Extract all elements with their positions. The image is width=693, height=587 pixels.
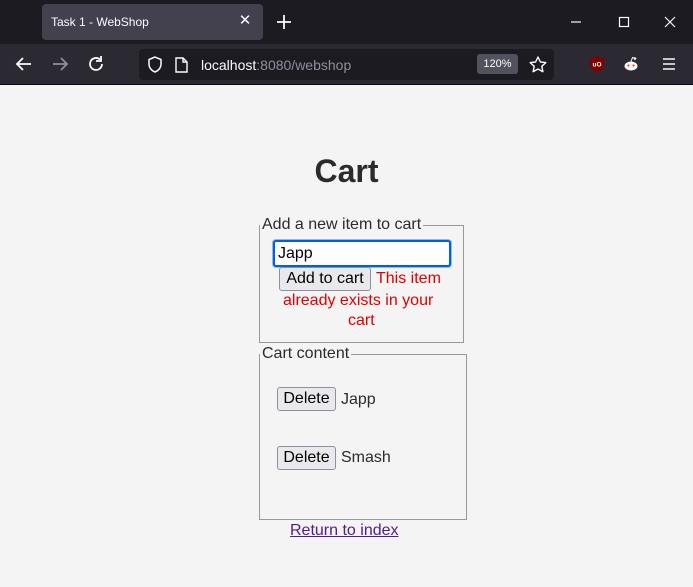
page-title: Cart (314, 153, 379, 189)
page-icon (175, 57, 188, 73)
new-tab-icon[interactable] (272, 10, 296, 34)
cart-item-name: Japp (341, 391, 376, 408)
url-host: localhost (201, 57, 257, 73)
zoom-level-badge[interactable]: 120% (477, 54, 518, 74)
error-message-line-2: already exists in your (283, 292, 434, 309)
browser-tab[interactable]: Task 1 - WebShop ✕ (42, 4, 263, 40)
cart-content-fieldset: Cart content (259, 345, 467, 520)
add-to-cart-button[interactable]: Add to cart (279, 267, 371, 291)
shield-icon[interactable] (147, 56, 163, 73)
delete-item-button[interactable]: Delete (277, 387, 336, 411)
menu-icon[interactable] (657, 52, 681, 76)
reload-icon[interactable] (84, 52, 108, 76)
tab-bar: Task 1 - WebShop ✕ (0, 0, 693, 44)
add-item-legend: Add a new item to cart (262, 216, 422, 233)
reddit-extension-icon[interactable] (622, 55, 640, 73)
url-text: localhost:8080/webshop (201, 57, 351, 73)
minimize-icon[interactable] (564, 10, 588, 34)
cart-item-name: Smash (341, 449, 391, 466)
delete-item-button[interactable]: Delete (277, 446, 336, 470)
close-tab-icon[interactable]: ✕ (235, 11, 255, 31)
address-bar[interactable]: localhost:8080/webshop 120% (139, 49, 554, 80)
url-path: :8080/webshop (256, 57, 352, 73)
back-icon[interactable] (12, 52, 36, 76)
error-message-line-1: This item (376, 270, 441, 287)
cart-content-legend: Cart content (262, 345, 350, 362)
bookmark-star-icon[interactable] (528, 55, 548, 75)
svg-text:uO: uO (592, 62, 601, 69)
maximize-icon[interactable] (612, 10, 636, 34)
tab-title: Task 1 - WebShop (51, 15, 149, 29)
return-to-index-link[interactable]: Return to index (290, 522, 399, 540)
nav-bar: localhost:8080/webshop 120% uO (0, 44, 693, 85)
item-name-input[interactable] (273, 240, 451, 267)
close-window-icon[interactable] (658, 10, 682, 34)
error-message-line-3: cart (348, 312, 375, 329)
ublock-origin-icon[interactable]: uO (589, 55, 605, 73)
forward-icon[interactable] (48, 52, 72, 76)
chrome-divider (0, 84, 693, 85)
